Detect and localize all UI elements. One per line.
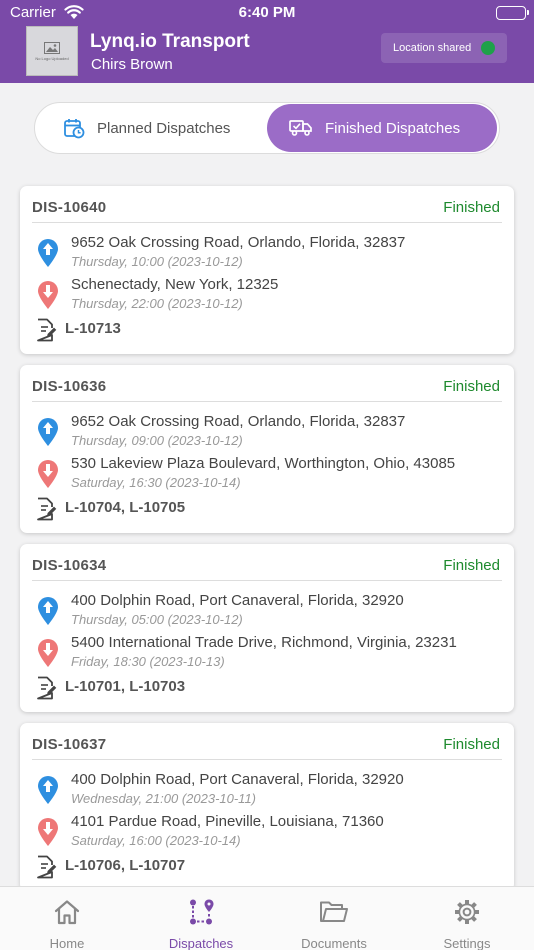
dropoff-stop: 530 Lakeview Plaza Boulevard, Worthingto… [32,455,502,495]
tab-settings-label: Settings [443,936,491,950]
load-ids: L-10704, L-10705 [65,499,186,516]
pickup-address: 400 Dolphin Road, Port Canaveral, Florid… [71,592,404,609]
dispatches-icon [187,898,215,926]
pickup-stop: 400 Dolphin Road, Port Canaveral, Florid… [32,592,502,632]
logo-placeholder-text: No Logo Uploaded [35,55,69,61]
tab-dispatches[interactable]: Dispatches [134,887,268,950]
dispatch-status: Finished [443,736,500,753]
dispatch-card[interactable]: DIS-10636 Finished 9652 Oak Crossing Roa… [20,365,514,533]
dropoff-time: Friday, 18:30 (2023-10-13) [71,654,225,669]
dropoff-time: Thursday, 22:00 (2023-10-12) [71,296,243,311]
tab-home[interactable]: Home [0,887,134,950]
tab-documents[interactable]: Documents [267,887,401,950]
app-header: No Logo Uploaded Lynq.io Transport Chirs… [0,26,534,83]
dropoff-address: 530 Lakeview Plaza Boulevard, Worthingto… [71,455,456,472]
load-ids: L-10701, L-10703 [65,678,186,695]
tab-dispatches-label: Dispatches [168,936,234,950]
pickup-arrow-pin-icon [37,596,59,631]
dropoff-time: Saturday, 16:00 (2023-10-14) [71,833,241,848]
document-edit-icon [35,318,57,347]
battery-icon [496,6,529,20]
document-edit-icon [35,497,57,526]
pickup-time: Wednesday, 21:00 (2023-10-11) [71,791,257,806]
pickup-arrow-pin-icon [37,238,59,273]
tab-planned-label: Planned Dispatches [97,119,231,137]
document-edit-icon [35,676,57,705]
tab-documents-label: Documents [301,936,367,950]
load-ids: L-10706, L-10707 [65,857,186,874]
tab-home-label: Home [49,936,85,950]
home-icon [53,898,81,926]
dropoff-address: 4101 Pardue Road, Pineville, Louisiana, … [71,813,384,830]
location-status-dot [481,41,495,55]
tab-finished-dispatches[interactable]: Finished Dispatches [267,104,497,152]
location-shared-indicator[interactable]: Location shared [381,33,507,63]
dropoff-stop: Schenectady, New York, 12325 Thursday, 2… [32,276,502,316]
pickup-stop: 400 Dolphin Road, Port Canaveral, Florid… [32,771,502,811]
dropoff-arrow-pin-icon [37,459,59,494]
tab-planned-dispatches[interactable]: Planned Dispatches [37,104,265,152]
company-logo: No Logo Uploaded [26,26,78,76]
dispatch-filter-segmented-control: Planned Dispatches Finished Dispatches [34,102,500,154]
dropoff-stop: 4101 Pardue Road, Pineville, Louisiana, … [32,813,502,853]
dispatch-id: DIS-10640 [32,199,107,216]
location-shared-label: Location shared [393,42,472,54]
tab-settings[interactable]: Settings [400,887,534,950]
dispatch-status: Finished [443,378,500,395]
dispatch-card-header: DIS-10636 Finished [32,365,502,402]
driver-name: Chirs Brown [91,56,173,73]
dispatch-id: DIS-10637 [32,736,107,753]
calendar-clock-icon [63,117,85,139]
dispatch-id: DIS-10634 [32,557,107,574]
dropoff-arrow-pin-icon [37,638,59,673]
document-edit-icon [35,855,57,884]
load-ids: L-10713 [65,320,121,337]
dispatch-card-header: DIS-10637 Finished [32,723,502,760]
folder-icon [319,898,349,926]
pickup-address: 400 Dolphin Road, Port Canaveral, Florid… [71,771,404,788]
dropoff-address: Schenectady, New York, 12325 [71,276,279,293]
image-placeholder-icon [44,41,60,54]
dispatch-card[interactable]: DIS-10640 Finished 9652 Oak Crossing Roa… [20,186,514,354]
dispatch-status: Finished [443,199,500,216]
status-bar: Carrier 6:40 PM [0,0,534,26]
dropoff-arrow-pin-icon [37,817,59,852]
dropoff-arrow-pin-icon [37,280,59,315]
pickup-stop: 9652 Oak Crossing Road, Orlando, Florida… [32,413,502,453]
dispatch-card-header: DIS-10640 Finished [32,186,502,223]
bottom-tab-bar: Home Dispatches Documents Settings [0,886,534,950]
pickup-address: 9652 Oak Crossing Road, Orlando, Florida… [71,234,406,251]
pickup-time: Thursday, 10:00 (2023-10-12) [71,254,243,269]
dispatch-card[interactable]: DIS-10634 Finished 400 Dolphin Road, Por… [20,544,514,712]
tab-finished-label: Finished Dispatches [325,119,461,137]
dispatch-status: Finished [443,557,500,574]
dispatch-card-header: DIS-10634 Finished [32,544,502,581]
pickup-address: 9652 Oak Crossing Road, Orlando, Florida… [71,413,406,430]
pickup-stop: 9652 Oak Crossing Road, Orlando, Florida… [32,234,502,274]
app-title: Lynq.io Transport [90,31,250,52]
pickup-arrow-pin-icon [37,417,59,452]
truck-check-icon [289,118,313,138]
clock: 6:40 PM [238,4,296,21]
dispatch-card[interactable]: DIS-10637 Finished 400 Dolphin Road, Por… [20,723,514,891]
pickup-time: Thursday, 09:00 (2023-10-12) [71,433,243,448]
pickup-time: Thursday, 05:00 (2023-10-12) [71,612,243,627]
dispatch-id: DIS-10636 [32,378,107,395]
dropoff-address: 5400 International Trade Drive, Richmond… [71,634,457,651]
pickup-arrow-pin-icon [37,775,59,810]
dropoff-stop: 5400 International Trade Drive, Richmond… [32,634,502,674]
gear-icon [453,898,481,926]
dropoff-time: Saturday, 16:30 (2023-10-14) [71,475,241,490]
